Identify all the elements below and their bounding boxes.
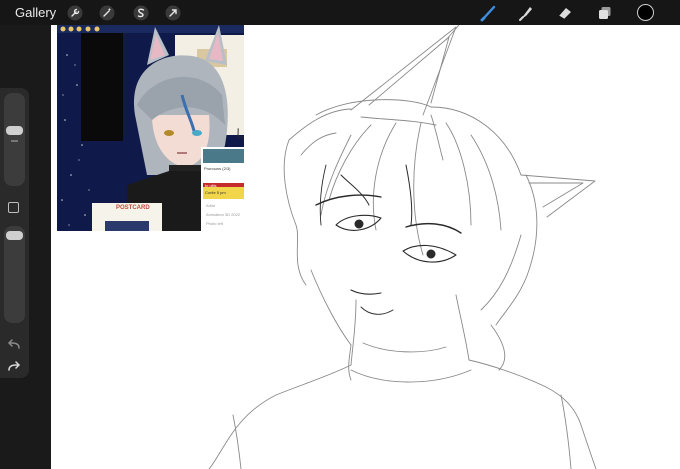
brush-opacity-slider[interactable] bbox=[4, 226, 25, 323]
brush-size-thumb[interactable] bbox=[6, 126, 23, 135]
drawing-canvas[interactable]: し て POSTCARD Pronouns (2/3) to ultis Cor… bbox=[51, 25, 680, 469]
brush-icon[interactable] bbox=[479, 0, 499, 25]
selection-icon[interactable] bbox=[133, 0, 149, 25]
modify-square-icon[interactable] bbox=[8, 202, 19, 213]
character-sketch bbox=[208, 25, 597, 469]
transform-arrow-icon[interactable] bbox=[165, 0, 181, 25]
top-toolbar: Gallery bbox=[0, 0, 680, 25]
layers-icon[interactable] bbox=[596, 0, 614, 25]
color-swatch[interactable] bbox=[636, 0, 655, 25]
eraser-icon[interactable] bbox=[555, 0, 575, 25]
slider-tick bbox=[11, 140, 18, 142]
magic-wand-icon[interactable] bbox=[99, 0, 115, 25]
active-color-dot bbox=[637, 4, 654, 21]
smudge-icon[interactable] bbox=[516, 0, 536, 25]
undo-icon[interactable] bbox=[7, 338, 21, 356]
sidebar bbox=[0, 88, 29, 378]
wrench-icon[interactable] bbox=[67, 0, 83, 25]
redo-icon[interactable] bbox=[7, 360, 21, 378]
brush-size-slider[interactable] bbox=[4, 93, 25, 186]
brush-opacity-thumb[interactable] bbox=[6, 231, 23, 240]
gallery-button[interactable]: Gallery bbox=[15, 0, 56, 25]
